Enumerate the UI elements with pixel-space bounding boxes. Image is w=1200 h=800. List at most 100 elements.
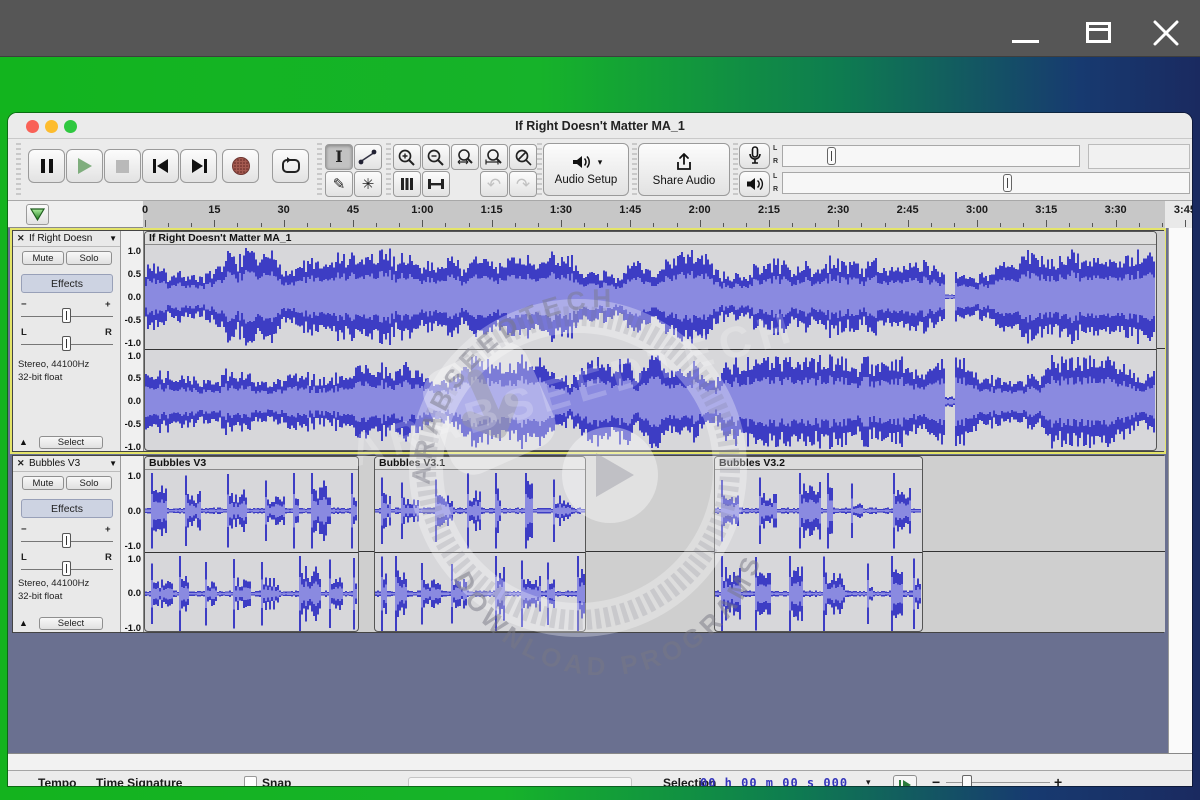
ruler-tick	[838, 220, 839, 227]
solo-button[interactable]: Solo	[66, 251, 112, 265]
trim-audio-icon	[398, 176, 416, 192]
ruler-tick-label: 0	[142, 204, 148, 216]
track-menu-caret-icon[interactable]: ▼	[109, 234, 117, 243]
gain-slider-thumb[interactable]	[62, 533, 71, 548]
undo-icon: ↶	[487, 176, 501, 193]
zoom-out-button[interactable]	[422, 144, 450, 170]
vertical-scrollbar[interactable]	[1168, 228, 1192, 753]
zoom-in-button[interactable]	[393, 144, 421, 170]
record-meter[interactable]	[782, 145, 1080, 167]
mute-button[interactable]: Mute	[22, 476, 64, 490]
skip-to-start-button[interactable]	[142, 149, 179, 183]
horizontal-scrollbar[interactable]	[8, 753, 1192, 770]
draw-tool-button[interactable]: ✎	[325, 171, 353, 197]
waveform-area[interactable]: If Right Doesn't Matter MA_1	[144, 231, 1165, 451]
track-area[interactable]: ✕If Right Doesn▼MuteSoloEffects−+LRStere…	[8, 228, 1192, 753]
loop-button[interactable]	[272, 149, 309, 183]
trim-audio-button[interactable]	[393, 171, 421, 197]
ruler-tick	[1139, 223, 1140, 227]
skip-to-end-button[interactable]	[180, 149, 217, 183]
pan-slider-thumb[interactable]	[62, 561, 71, 576]
minimize-icon[interactable]	[1012, 40, 1039, 43]
audio-clip[interactable]: If Right Doesn't Matter MA_1	[144, 231, 1157, 451]
clip-title[interactable]: Bubbles V3.2	[715, 457, 922, 470]
speed-slider-thumb[interactable]	[962, 775, 972, 786]
waveform-area[interactable]: Bubbles V3 Bubbles V3.1 Bubbles V3.2	[144, 456, 1165, 632]
solo-button[interactable]: Solo	[66, 476, 112, 490]
mac-zoom-icon[interactable]	[64, 120, 77, 133]
track-format-line: Stereo, 44100Hz	[18, 359, 89, 370]
maximize-icon[interactable]	[1086, 22, 1111, 43]
select-button[interactable]: Select	[39, 617, 103, 630]
track-name[interactable]: Bubbles V3	[29, 458, 103, 469]
time-toolbar-field[interactable]	[408, 777, 632, 786]
track-close-icon[interactable]: ✕	[17, 233, 25, 244]
track-close-icon[interactable]: ✕	[17, 458, 25, 469]
playback-meter-indicator[interactable]	[1003, 174, 1012, 192]
toolbar-grip[interactable]	[537, 143, 542, 197]
clip-title[interactable]: Bubbles V3	[145, 457, 358, 470]
zoom-out-minus-icon[interactable]: −	[932, 774, 940, 786]
track-menu-caret-icon[interactable]: ▼	[109, 459, 117, 468]
envelope-tool-button[interactable]	[354, 144, 382, 170]
clip-title[interactable]: Bubbles V3.1	[375, 457, 585, 470]
audio-clip[interactable]: Bubbles V3.1	[374, 456, 586, 632]
selection-format-caret-icon[interactable]: ▾	[866, 777, 871, 786]
toolbar-grip[interactable]	[632, 143, 637, 197]
toolbar-grip[interactable]	[16, 143, 21, 197]
playback-meter[interactable]	[782, 172, 1190, 194]
track-row[interactable]: ✕Bubbles V3▼MuteSoloEffects−+LRStereo, 4…	[12, 455, 1164, 633]
record-meter-mic-button[interactable]	[739, 143, 770, 169]
collapse-icon[interactable]: ▲	[19, 618, 28, 628]
audio-clip[interactable]: Bubbles V3.2	[714, 456, 923, 632]
undo-button[interactable]: ↶	[480, 171, 508, 197]
ruler-tick	[977, 220, 978, 227]
audacity-titlebar[interactable]: If Right Doesn't Matter MA_1	[8, 113, 1192, 139]
snap-checkbox[interactable]	[244, 776, 257, 786]
share-audio-button[interactable]: Share Audio	[638, 143, 730, 196]
selection-time-field[interactable]: 00 h 00 m 00 s 000	[700, 776, 864, 786]
ruler-tick	[214, 220, 215, 227]
effects-button[interactable]: Effects	[21, 274, 113, 293]
silence-audio-button[interactable]	[422, 171, 450, 197]
record-button[interactable]	[222, 149, 259, 183]
redo-button[interactable]: ↷	[509, 171, 537, 197]
track-row[interactable]: ✕If Right Doesn▼MuteSoloEffects−+LRStere…	[12, 230, 1164, 452]
stop-button[interactable]	[104, 149, 141, 183]
pause-button[interactable]	[28, 149, 65, 183]
audio-clip[interactable]: Bubbles V3	[144, 456, 359, 632]
clip-title[interactable]: If Right Doesn't Matter MA_1	[145, 232, 1156, 245]
pan-slider-thumb[interactable]	[62, 336, 71, 351]
fit-selection-button[interactable]	[451, 144, 479, 170]
select-button[interactable]: Select	[39, 436, 103, 449]
play-button[interactable]	[66, 149, 103, 183]
mac-minimize-icon[interactable]	[45, 120, 58, 133]
timeline-ruler[interactable]: 01530451:001:151:301:452:002:152:302:453…	[8, 201, 1192, 228]
track-name[interactable]: If Right Doesn	[29, 233, 103, 244]
ruler-tick	[630, 220, 631, 227]
mac-close-icon[interactable]	[26, 120, 39, 133]
gain-slider-thumb[interactable]	[62, 308, 71, 323]
ruler-tick	[515, 223, 516, 227]
audio-setup-button[interactable]: ▾ Audio Setup	[543, 143, 629, 196]
play-at-speed-button[interactable]	[893, 775, 917, 786]
zoom-toggle-button[interactable]	[509, 144, 537, 170]
close-icon[interactable]	[1152, 19, 1180, 47]
playback-meter-speaker-button[interactable]	[739, 171, 770, 197]
mute-button[interactable]: Mute	[22, 251, 64, 265]
audacity-toolbar: I ✎ ✳	[8, 139, 1192, 201]
multi-tool-button[interactable]: ✳	[354, 171, 382, 197]
toolbar-grip[interactable]	[317, 143, 322, 197]
fit-project-button[interactable]	[480, 144, 508, 170]
toolbar-grip[interactable]	[386, 143, 391, 197]
ruler-tick	[1162, 223, 1163, 227]
toolbar-grip[interactable]	[733, 143, 738, 197]
channel-divider	[375, 552, 585, 553]
zoom-in-plus-icon[interactable]: +	[1054, 774, 1062, 786]
ruler-tick	[307, 223, 308, 227]
collapse-icon[interactable]: ▲	[19, 437, 28, 447]
selection-tool-button[interactable]: I	[325, 144, 353, 170]
record-meter-indicator[interactable]	[827, 147, 836, 165]
ruler-tick	[168, 223, 169, 227]
effects-button[interactable]: Effects	[21, 499, 113, 518]
